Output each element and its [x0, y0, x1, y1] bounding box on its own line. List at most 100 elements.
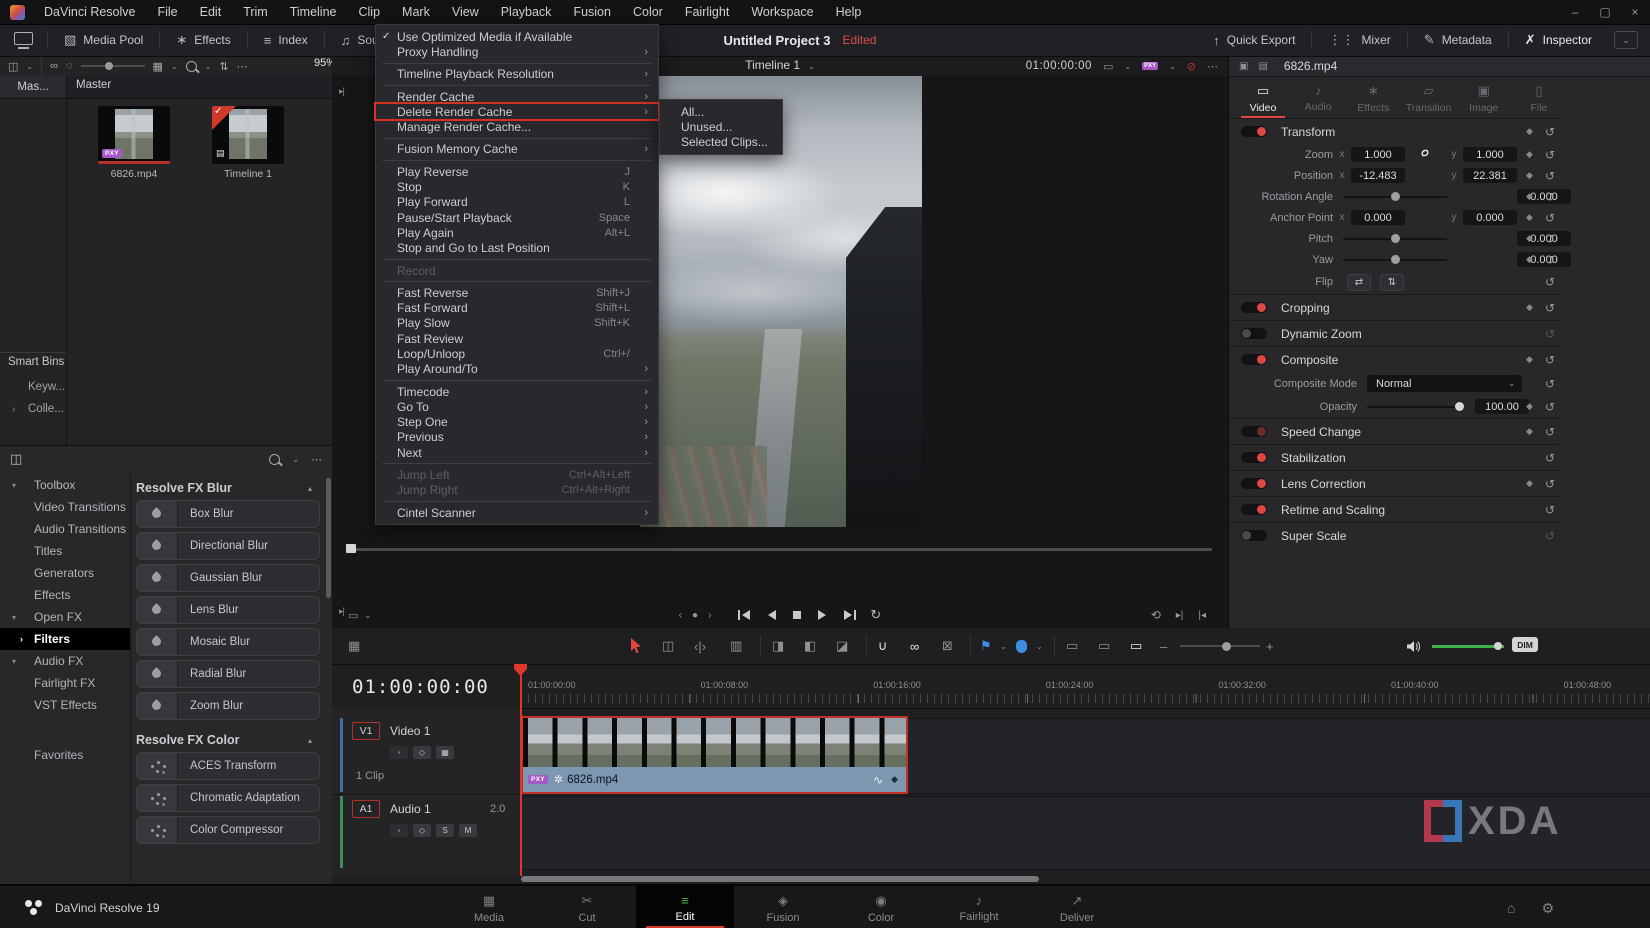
timeline-view-options-icon[interactable]: ▦ [348, 637, 360, 655]
minimize-button[interactable]: – [1560, 5, 1590, 19]
effects-sidebar-item[interactable]: ▾ Toolbox [0, 474, 130, 496]
chevron-down-icon[interactable]: ⌄ [1124, 62, 1131, 71]
page-tab[interactable]: ◈ Fusion [734, 886, 832, 928]
playback-menu-item[interactable]: Loop/Unloop Ctrl+/ [376, 346, 658, 361]
super-scale-section[interactable]: Super Scale ↺ [1229, 522, 1559, 548]
jog-controls[interactable]: ‹ ● › [679, 610, 712, 621]
playback-menu-item[interactable]: ✓ Use Optimized Media if Available [376, 29, 658, 44]
keyframe-icon[interactable]: ◆ [1526, 478, 1533, 489]
effect-item[interactable]: Chromatic Adaptation [136, 784, 320, 812]
keyframe-icon[interactable]: ◆ [891, 774, 898, 785]
zoom-full-extent-icon[interactable]: ▭ [1066, 637, 1078, 655]
zoom-detail-icon[interactable]: ▭ [1098, 637, 1110, 655]
more-icon[interactable]: ⋯ [1207, 60, 1218, 73]
effect-item[interactable]: Zoom Blur [136, 692, 320, 720]
effects-sidebar-item[interactable]: Favorites [0, 744, 130, 766]
close-button[interactable]: × [1620, 5, 1650, 19]
audio-track-badge[interactable]: A1 [352, 800, 380, 818]
fx-group-header[interactable]: Resolve FX Blur ▴ [136, 476, 320, 500]
link-clips-icon[interactable]: ∞ [910, 637, 919, 655]
metadata-button[interactable]: ✎ Metadata [1408, 24, 1508, 56]
speed-change-toggle[interactable] [1241, 426, 1267, 437]
bin-view-icon[interactable]: ◫ [8, 60, 18, 73]
go-to-start-button[interactable] [737, 608, 752, 622]
menubar-item[interactable]: Fusion [562, 0, 622, 24]
chevron-down-icon[interactable]: ⌄ [26, 62, 33, 71]
scrubber-handle[interactable] [346, 544, 356, 553]
playback-menu-item[interactable]: Fast Reverse Shift+J [376, 285, 658, 300]
playback-menu-item[interactable]: Previous › [376, 430, 658, 445]
playback-menu-item[interactable]: Cintel Scanner › [376, 505, 658, 520]
reset-icon[interactable]: ↺ [1545, 477, 1555, 491]
playback-menu-item[interactable]: Stop and Go to Last Position [376, 241, 658, 256]
previous-frame-icon[interactable]: |◂ [1198, 610, 1206, 621]
opacity-slider[interactable] [1367, 406, 1463, 408]
reset-icon[interactable]: ↺ [1545, 190, 1555, 204]
playback-menu-item[interactable] [376, 135, 658, 142]
flag-icon[interactable]: ⚑ [980, 637, 992, 655]
panel-layout-icon[interactable] [14, 32, 33, 45]
menubar-item[interactable]: DaVinci Resolve [33, 0, 146, 24]
clip-view-icon[interactable]: ▣ [1239, 61, 1248, 72]
trim-edit-icon[interactable]: ◫ [662, 637, 674, 655]
playback-menu-item[interactable]: Manage Render Cache... [376, 119, 658, 134]
zoom-y-field[interactable]: 1.000 [1463, 147, 1517, 162]
reset-icon[interactable]: ↺ [1545, 232, 1555, 246]
rotation-slider[interactable] [1343, 196, 1447, 198]
inspector-button[interactable]: ✗ Inspector [1509, 24, 1608, 56]
playback-menu-item[interactable]: Play Reverse J [376, 164, 658, 179]
play-reverse-button[interactable] [765, 608, 778, 622]
dynamic-zoom-toggle[interactable] [1241, 328, 1267, 339]
dynamic-zoom-section[interactable]: Dynamic Zoom ↺ [1229, 320, 1559, 346]
playback-menu-item[interactable]: Step One › [376, 415, 658, 430]
lens-correction-section[interactable]: Lens Correction ◆↺ [1229, 470, 1559, 496]
menubar-item[interactable]: File [146, 0, 188, 24]
lock-icon[interactable]: ▪ [390, 746, 408, 759]
mixer-button[interactable]: ⋮⋮ Mixer [1312, 24, 1406, 56]
lens-correction-toggle[interactable] [1241, 478, 1267, 489]
chevron-down-icon[interactable]: ⌄ [292, 455, 299, 464]
effects-sidebar-item[interactable]: Effects [0, 584, 130, 606]
timeline-clip[interactable]: PXY ✲ 6826.mp4 ∿ ◆ [521, 716, 908, 794]
menubar-item[interactable]: Color [622, 0, 674, 24]
reset-icon[interactable]: ↺ [1545, 451, 1555, 465]
playback-menu-item[interactable]: Stop K [376, 179, 658, 194]
reset-icon[interactable]: ↺ [1545, 125, 1555, 139]
reset-icon[interactable]: ↺ [1545, 529, 1555, 543]
effects-sidebar-item[interactable]: Generators [0, 562, 130, 584]
stabilization-toggle[interactable] [1241, 452, 1267, 463]
reset-icon[interactable]: ↺ [1545, 275, 1555, 289]
inspector-tab[interactable]: ▯ File [1513, 78, 1565, 118]
position-x-field[interactable]: -12.483 [1351, 168, 1405, 183]
transform-toggle[interactable] [1241, 126, 1267, 137]
reset-icon[interactable]: ↺ [1545, 253, 1555, 267]
keyframe-icon[interactable]: ◆ [1526, 426, 1533, 437]
bypass-grades-icon[interactable]: ⊘ [1187, 60, 1196, 73]
zoom-out-icon[interactable]: – [1160, 637, 1167, 655]
playhead-line[interactable] [520, 664, 522, 876]
playback-menu-item[interactable] [376, 377, 658, 384]
submenu-item[interactable]: All... [660, 104, 782, 119]
keyframe-icon[interactable]: ◆ [1526, 170, 1533, 181]
match-frame-icon[interactable]: ▸| [1176, 610, 1184, 621]
playback-menu-item[interactable]: Delete Render Cache › [376, 104, 658, 119]
stabilization-section[interactable]: Stabilization ↺ [1229, 444, 1559, 470]
composite-toggle[interactable] [1241, 354, 1267, 365]
effect-item[interactable]: Radial Blur [136, 660, 320, 688]
effect-item[interactable]: Color Compressor [136, 816, 320, 844]
reset-icon[interactable]: ↺ [1545, 301, 1555, 315]
effects-sidebar-item[interactable]: ▾ Audio FX [0, 650, 130, 672]
menubar-item[interactable]: Help [825, 0, 873, 24]
tag-icon[interactable]: ◌ [66, 60, 73, 72]
marker-icon[interactable] [1016, 637, 1027, 655]
keyframe-icon[interactable]: ◆ [1526, 212, 1533, 223]
grid-view-icon[interactable]: ▦ [153, 60, 163, 73]
frame-view-icon[interactable]: ▭ [1103, 60, 1113, 73]
page-tab[interactable]: ♪ Fairlight [930, 886, 1028, 928]
playback-menu-item[interactable] [376, 460, 658, 467]
lock-icon[interactable]: ▪ [390, 824, 408, 837]
more-icon[interactable]: ⋯ [311, 453, 322, 466]
search-icon[interactable] [269, 454, 280, 465]
composite-section[interactable]: Composite ◆↺ [1229, 346, 1559, 372]
keyframe-icon[interactable]: ◆ [1526, 254, 1533, 265]
